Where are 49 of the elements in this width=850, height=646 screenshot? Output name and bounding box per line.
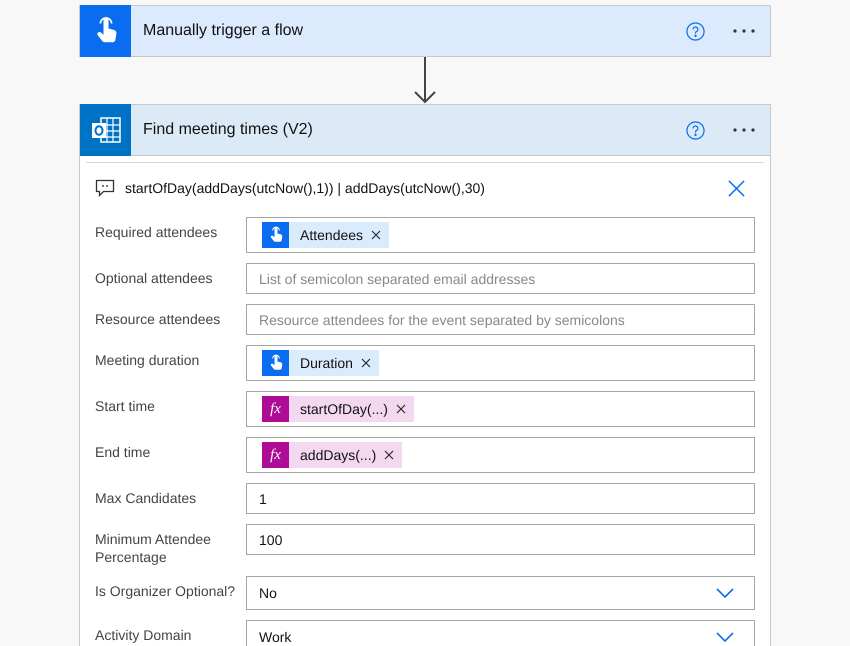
field-label: Minimum Attendee Percentage (95, 530, 212, 566)
close-icon[interactable] (384, 450, 394, 460)
field-label: Meeting duration (95, 351, 200, 369)
dropdown-field[interactable]: No (246, 576, 755, 610)
down-arrow-connector (413, 57, 437, 104)
help-icon[interactable] (686, 120, 705, 140)
more-options-icon[interactable] (732, 127, 756, 133)
token-label: addDays(...) (300, 446, 376, 465)
token-input-field[interactable]: Attendees (246, 217, 755, 253)
input-field[interactable]: List of semicolon separated email addresses (246, 263, 755, 294)
token-chip[interactable]: fx startOfDay(...) (262, 396, 414, 422)
field-label: Optional attendees (95, 269, 214, 287)
input-field[interactable]: 1 (246, 483, 755, 514)
comment-icon[interactable] (95, 179, 115, 197)
input-field[interactable]: 100 (246, 524, 755, 555)
dropdown-value: No (259, 584, 277, 602)
token-chip[interactable]: Attendees (262, 222, 390, 248)
dropdown-value: Work (259, 628, 292, 646)
field-label: Required attendees (95, 223, 218, 241)
function-icon: fx (262, 396, 289, 422)
function-icon: fx (262, 442, 289, 468)
comment-text: startOfDay(addDays(utcNow(),1)) | addDays(utcNow(),30) (125, 178, 486, 198)
field-label: Resource attendees (95, 310, 222, 328)
token-label: startOfDay(...) (300, 400, 388, 419)
field-label: Max Candidates (95, 489, 198, 507)
chevron-down-icon[interactable] (716, 632, 734, 642)
token-chip[interactable]: Duration (262, 350, 379, 376)
input-field[interactable]: Resource attendees for the event separated by semicolons (246, 304, 755, 335)
card-title: Manually trigger a flow (143, 21, 304, 41)
token-input-field[interactable]: fx addDays(...) (246, 437, 755, 473)
card-header[interactable]: Manually trigger a flow (79, 5, 771, 57)
close-icon[interactable] (396, 404, 406, 414)
help-icon[interactable] (686, 22, 705, 40)
chevron-down-icon[interactable] (716, 588, 734, 598)
close-icon[interactable] (360, 358, 371, 368)
field-label: Activity Domain (95, 626, 192, 644)
close-icon[interactable] (371, 230, 382, 240)
field-label: End time (95, 443, 152, 461)
token-label: Duration (300, 354, 353, 372)
token-chip[interactable]: fx addDays(...) (262, 442, 402, 468)
token-input-field[interactable]: fx startOfDay(...) (246, 391, 755, 427)
card-title: Find meeting times (V2) (143, 120, 314, 140)
field-label: Start time (95, 397, 156, 415)
more-options-icon[interactable] (732, 28, 756, 34)
card-header[interactable]: Find meeting times (V2) (79, 104, 771, 156)
dropdown-field[interactable]: Work (246, 620, 755, 646)
field-label: Is Organizer Optional? (95, 582, 236, 600)
token-input-field[interactable]: Duration (246, 345, 755, 381)
token-label: Attendees (300, 226, 364, 244)
